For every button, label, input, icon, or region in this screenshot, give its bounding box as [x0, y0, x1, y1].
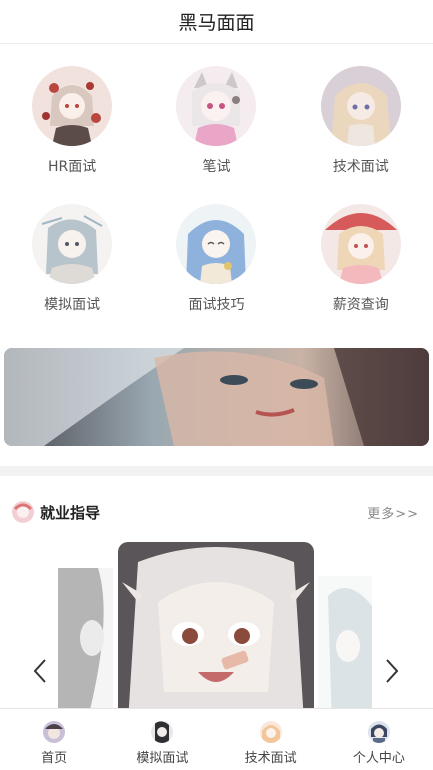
category-label: 模拟面试	[44, 297, 101, 313]
anime-banner-image	[4, 348, 429, 446]
anime-girl-umbrella-avatar	[320, 204, 401, 284]
anime-sketch-slide	[318, 576, 372, 708]
category-salary-query[interactable]: 薪资查询	[289, 204, 433, 342]
anime-girl-sketch-avatar	[32, 204, 113, 284]
section-divider	[0, 466, 433, 476]
tab-label: 技术面试	[244, 751, 297, 766]
promo-banner[interactable]	[4, 348, 429, 446]
category-hr-interview[interactable]: HR面试	[0, 66, 144, 204]
category-tech-interview[interactable]: 技术面试	[289, 66, 433, 204]
tab-tech-interview[interactable]: 技术面试	[217, 709, 325, 770]
tab-label: 模拟面试	[136, 751, 189, 766]
profile-avatar-icon	[367, 721, 390, 743]
category-label: 技术面试	[332, 159, 389, 175]
category-label: HR面试	[48, 159, 97, 175]
category-written-test[interactable]: 笔试	[144, 66, 288, 204]
tab-home[interactable]: 首页	[0, 709, 108, 770]
anime-girl-blonde-avatar	[320, 66, 401, 146]
category-interview-tips[interactable]: 面试技巧	[144, 204, 288, 342]
carousel-slide[interactable]	[318, 576, 372, 708]
tab-profile[interactable]: 个人中心	[325, 709, 433, 770]
chevron-right-icon	[386, 659, 399, 683]
tab-label: 个人中心	[352, 751, 405, 766]
anime-dark-hair-slide	[58, 568, 113, 708]
carousel-prev-button[interactable]	[28, 656, 52, 686]
tab-mock-interview[interactable]: 模拟面试	[108, 709, 216, 770]
category-label: 笔试	[202, 159, 231, 175]
anime-girl-roses-avatar	[32, 66, 113, 146]
anime-girl-catears-avatar	[176, 66, 257, 146]
career-carousel	[0, 540, 433, 708]
anime-section-avatar	[12, 501, 34, 523]
anime-girl-blue-hair-avatar	[176, 204, 257, 284]
career-guide-header: 就业指导 更多>>	[0, 498, 433, 526]
bottom-tab-bar: 首页 模拟面试 技术面试 个人中心	[0, 708, 433, 770]
category-label: 面试技巧	[188, 297, 245, 313]
carousel-slide[interactable]	[58, 568, 113, 708]
tech-interview-avatar-icon	[259, 721, 282, 743]
carousel-next-button[interactable]	[380, 656, 404, 686]
page-title: 黑马面面	[178, 12, 255, 34]
app-header: 黑马面面	[0, 0, 433, 44]
category-label: 薪资查询	[332, 297, 389, 313]
category-mock-interview[interactable]: 模拟面试	[0, 204, 144, 342]
home-avatar-icon	[43, 721, 66, 743]
category-grid: HR面试 笔试 技术面试 模拟面试 面试技巧 薪资查询	[0, 66, 433, 342]
anime-bandage-girl-slide	[118, 542, 314, 708]
chevron-left-icon	[33, 659, 46, 683]
tab-label: 首页	[41, 751, 68, 766]
more-link[interactable]: 更多>>	[367, 503, 419, 522]
mock-interview-avatar-icon	[151, 721, 174, 743]
carousel-slide-active[interactable]	[118, 542, 314, 708]
section-title: 就业指导	[40, 503, 101, 522]
